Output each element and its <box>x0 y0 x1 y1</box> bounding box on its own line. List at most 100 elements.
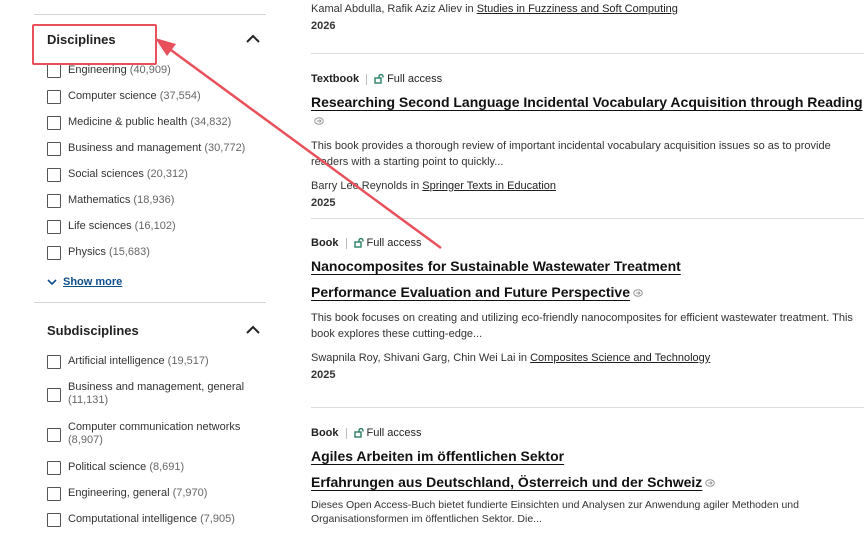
chevron-up-icon[interactable] <box>245 324 261 336</box>
discipline-filter-mathematics[interactable]: Mathematics (18,936) <box>47 194 174 208</box>
open-lock-icon <box>353 238 364 248</box>
external-link-icon <box>705 478 716 487</box>
external-link-icon <box>314 116 324 125</box>
filter-label: Business and management <box>68 142 202 154</box>
checkbox[interactable] <box>47 428 61 442</box>
result-authors-line: Barry Lee Reynolds in Springer Texts in … <box>311 180 864 192</box>
result-item: Textbook Full access Researching Second … <box>311 73 864 209</box>
filter-label: Artificial intelligence <box>68 355 165 367</box>
result-authors: Swapnila Roy, Shivani Garg, Chin Wei Lai <box>311 352 516 364</box>
filter-count: (20,312) <box>146 168 188 180</box>
filter-count: (7,970) <box>172 487 208 499</box>
show-more-link[interactable]: Show more <box>47 276 122 288</box>
result-title-link[interactable]: Researching Second Language Incidental V… <box>311 94 863 110</box>
filter-label: Political science <box>68 461 147 473</box>
filter-count: (37,554) <box>159 90 201 102</box>
result-authors-line: Kamal Abdulla, Rafik Aziz Aliev in Studi… <box>311 3 864 15</box>
checkbox[interactable] <box>47 513 61 527</box>
search-results: Kamal Abdulla, Rafik Aziz Aliev in Studi… <box>311 0 864 534</box>
result-subtitle-link[interactable]: Performance Evaluation and Future Perspe… <box>311 284 630 300</box>
filter-count: (7,905) <box>200 513 235 525</box>
annotation-highlight-box <box>32 24 157 65</box>
result-access-label: Full access <box>366 427 422 439</box>
checkbox[interactable] <box>47 90 61 104</box>
discipline-filter-physics[interactable]: Physics (15,683) <box>47 246 150 260</box>
result-item: Book Full access Nanocomposites for Sust… <box>311 237 864 381</box>
subdiscipline-filter-computational-intelligence[interactable]: Computational intelligence (7,905) <box>47 513 235 527</box>
result-in-text: in <box>410 180 420 192</box>
subdiscipline-filter-political-science[interactable]: Political science (8,691) <box>47 461 184 475</box>
subdiscipline-filter-business-general[interactable]: Business and management, general (11,131) <box>47 381 248 407</box>
result-subtitle-link[interactable]: Erfahrungen aus Deutschland, Österreich … <box>311 474 702 490</box>
checkbox[interactable] <box>47 355 61 369</box>
result-type: Book <box>311 237 339 249</box>
divider <box>311 218 864 219</box>
result-meta: Book Full access <box>311 427 864 439</box>
separator <box>366 73 368 85</box>
discipline-filter-social-sciences[interactable]: Social sciences (20,312) <box>47 168 188 182</box>
discipline-filter-engineering[interactable]: Engineering (40,909) <box>47 64 171 78</box>
checkbox[interactable] <box>47 388 61 402</box>
divider <box>311 407 864 408</box>
filter-count: (19,517) <box>167 355 209 367</box>
chevron-up-icon[interactable] <box>245 33 261 45</box>
result-year: 2025 <box>311 369 336 381</box>
result-description: Dieses Open Access-Buch bietet fundierte… <box>311 499 799 525</box>
result-in-text: in <box>518 352 528 364</box>
result-title-link[interactable]: Agiles Arbeiten im öffentlichen Sektor <box>311 448 564 464</box>
checkbox[interactable] <box>47 168 61 182</box>
filter-count: (15,683) <box>108 246 150 258</box>
result-series-link[interactable]: Composites Science and Technology <box>530 352 710 364</box>
filter-count: (34,832) <box>190 116 232 128</box>
checkbox[interactable] <box>47 142 61 156</box>
filter-label: Computer science <box>68 90 157 102</box>
checkbox[interactable] <box>47 220 61 234</box>
result-year: 2026 <box>311 20 336 32</box>
discipline-filter-medicine[interactable]: Medicine & public health (34,832) <box>47 116 231 130</box>
result-series-link[interactable]: Studies in Fuzziness and Soft Computing <box>477 3 678 15</box>
divider <box>311 53 864 54</box>
subdiscipline-filter-networks[interactable]: Computer communication networks (8,907) <box>47 421 248 447</box>
discipline-filter-life-sciences[interactable]: Life sciences (16,102) <box>47 220 176 234</box>
result-meta: Book Full access <box>311 237 864 249</box>
filter-count: (40,909) <box>129 64 171 76</box>
filter-count: (8,691) <box>149 461 185 473</box>
divider <box>34 302 266 303</box>
result-title-link[interactable]: Nanocomposites for Sustainable Wastewate… <box>311 258 681 274</box>
separator <box>345 237 347 249</box>
result-item: Kamal Abdulla, Rafik Aziz Aliev in Studi… <box>311 3 864 32</box>
open-lock-icon <box>374 74 384 84</box>
result-series-link[interactable]: Springer Texts in Education <box>422 180 556 192</box>
checkbox[interactable] <box>47 64 61 78</box>
filter-count: (30,772) <box>204 142 246 154</box>
chevron-down-icon <box>47 279 57 286</box>
filter-count: (11,131) <box>68 394 109 406</box>
result-item: Book Full access Agiles Arbeiten im öffe… <box>311 427 864 526</box>
checkbox[interactable] <box>47 194 61 208</box>
checkbox[interactable] <box>47 246 61 260</box>
divider <box>34 14 266 15</box>
result-access-label: Full access <box>387 73 443 85</box>
filter-label: Mathematics <box>68 194 131 206</box>
result-authors: Kamal Abdulla, Rafik Aziz Aliev <box>311 3 463 15</box>
result-description: This book focuses on creating and utiliz… <box>311 312 853 340</box>
filter-count: (18,936) <box>133 194 175 206</box>
result-access-label: Full access <box>366 237 422 249</box>
filter-count: (16,102) <box>134 220 176 232</box>
subdiscipline-filter-engineering-general[interactable]: Engineering, general (7,970) <box>47 487 207 501</box>
filter-label: Engineering <box>68 64 127 76</box>
result-type: Book <box>311 427 339 439</box>
discipline-filter-computer-science[interactable]: Computer science (37,554) <box>47 90 201 104</box>
subdiscipline-filter-ai[interactable]: Artificial intelligence (19,517) <box>47 355 209 369</box>
result-year: 2025 <box>311 197 336 209</box>
result-description: This book provides a thorough review of … <box>311 140 831 168</box>
checkbox[interactable] <box>47 461 61 475</box>
open-lock-icon <box>353 428 364 438</box>
filter-label: Physics <box>68 246 106 258</box>
discipline-filter-business[interactable]: Business and management (30,772) <box>47 142 245 156</box>
checkbox[interactable] <box>47 116 61 130</box>
filter-label: Computational intelligence <box>68 513 198 525</box>
result-type: Textbook <box>311 73 360 85</box>
subdisciplines-heading: Subdisciplines <box>47 323 139 338</box>
checkbox[interactable] <box>47 487 61 501</box>
